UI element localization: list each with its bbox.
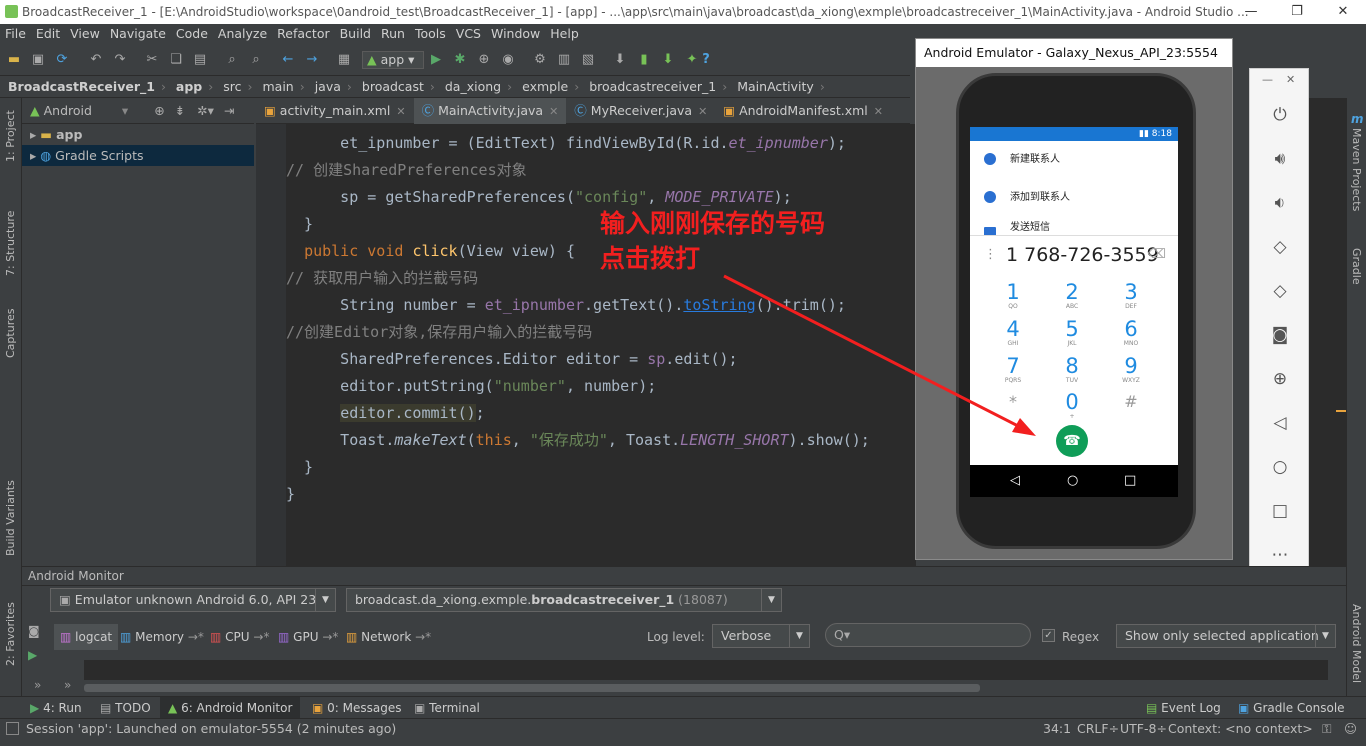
regex-label: Regex (1062, 630, 1100, 644)
tab-event-log[interactable]: ▤ Event Log (1146, 697, 1221, 719)
inspector-icon[interactable]: ☺ (1344, 719, 1357, 739)
tab-messages[interactable]: ▣ 0: Messages (312, 697, 402, 719)
device-select[interactable]: ▣ Emulator unknown Android 6.0, API 23 ▼ (50, 588, 336, 612)
tab-run[interactable]: ▶ 4: Run (30, 697, 82, 719)
expand-icon-2[interactable]: » (64, 678, 71, 692)
process-select[interactable]: broadcast.da_xiong.exmple.broadcastrecei… (346, 588, 782, 612)
tab-gpu[interactable]: ▥ GPU →* (278, 624, 338, 650)
caret-position[interactable]: 34:1 (1043, 719, 1071, 739)
tab-memory[interactable]: ▥ Memory →* (120, 624, 204, 650)
log-level-label: Log level: (647, 630, 705, 644)
log-level-select[interactable]: Verbose ▼ (712, 624, 810, 648)
status-toggle-icon[interactable] (6, 722, 19, 735)
screen-capture-icon[interactable]: ◙ (28, 624, 40, 638)
tab-todo[interactable]: ▤ TODO (100, 697, 151, 719)
logcat-output[interactable] (84, 660, 1328, 680)
bottom-tool-bar: ▶ 4: Run ▤ TODO ▲ 6: Android Monitor ▣ 0… (0, 696, 1366, 719)
line-separator[interactable]: CRLF÷ (1077, 719, 1119, 739)
tab-android-monitor[interactable]: ▲ 6: Android Monitor (160, 697, 301, 719)
logcat-search-input[interactable]: Q▾ (825, 623, 1031, 647)
android-monitor-panel: ▣ Emulator unknown Android 6.0, API 23 ▼ … (22, 586, 1346, 696)
horizontal-scrollbar[interactable] (84, 684, 980, 692)
lock-icon[interactable]: ⚿ (1322, 719, 1332, 739)
file-encoding[interactable]: UTF-8÷ (1120, 719, 1167, 739)
tab-terminal[interactable]: ▣ Terminal (414, 697, 480, 719)
context-indicator[interactable]: Context: <no context> (1168, 719, 1313, 739)
android-monitor-header: Android Monitor (22, 566, 1346, 586)
android-monitor-title: Android Monitor (28, 569, 124, 583)
emulator-device-icon: ▣ (59, 592, 71, 607)
filter-select[interactable]: Show only selected application ▼ (1116, 624, 1336, 648)
tab-cpu[interactable]: ▥ CPU →* (210, 624, 269, 650)
expand-icon[interactable]: » (34, 678, 41, 692)
tab-gradle-console[interactable]: ▣ Gradle Console (1238, 697, 1345, 719)
status-bar: Session 'app': Launched on emulator-5554… (0, 718, 1366, 746)
tab-network[interactable]: ▥ Network →* (346, 624, 431, 650)
regex-checkbox[interactable]: ✓ (1042, 629, 1055, 642)
status-message: Session 'app': Launched on emulator-5554… (26, 721, 397, 736)
screen-record-icon[interactable]: ▶ (28, 648, 37, 662)
tab-logcat[interactable]: ▥ logcat (54, 624, 119, 650)
